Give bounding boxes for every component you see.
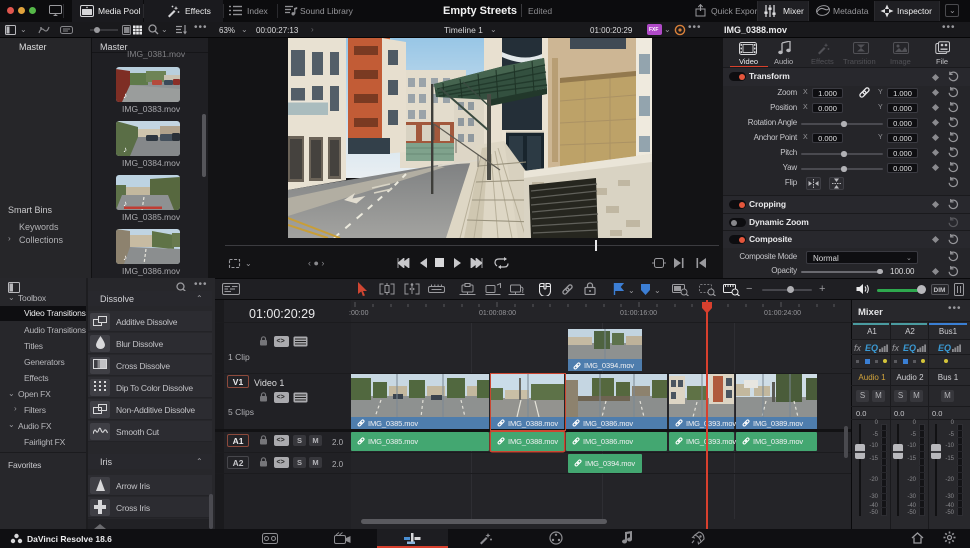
svg-text:♪: ♪ xyxy=(123,199,127,208)
svg-text:♪: ♪ xyxy=(123,145,127,154)
svg-text:♪: ♪ xyxy=(123,91,127,100)
svg-text:♪: ♪ xyxy=(123,253,127,262)
